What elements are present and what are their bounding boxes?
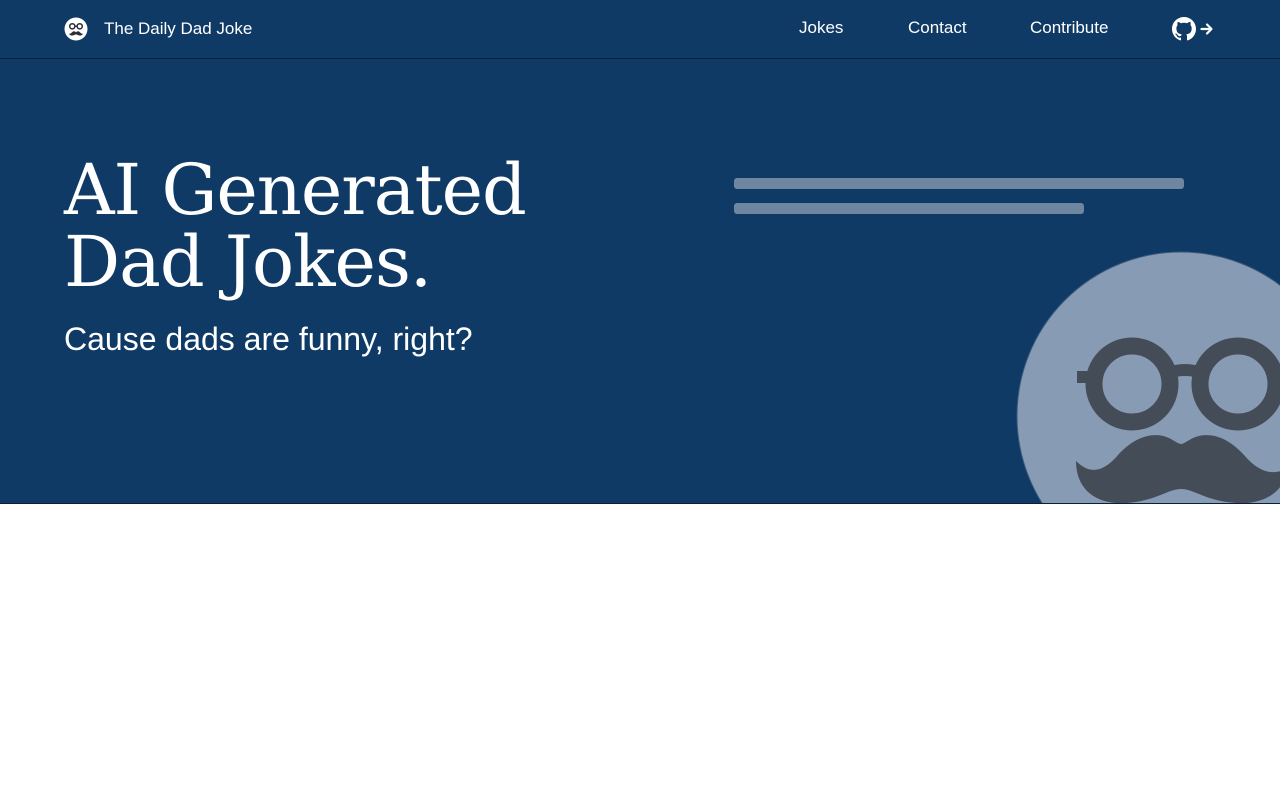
arrow-right-icon [1200, 22, 1214, 36]
hero-section: AI Generated Dad Jokes. Cause dads are f… [0, 59, 1280, 504]
nav-jokes-link[interactable]: Jokes [799, 18, 843, 38]
hero-title: AI Generated Dad Jokes. [64, 154, 624, 298]
hero-title-line-2: Dad Jokes. [64, 221, 432, 303]
hero-title-line-1: AI Generated [64, 149, 527, 231]
github-link[interactable] [1172, 17, 1216, 41]
github-icon [1172, 17, 1196, 41]
dad-avatar-icon [1016, 251, 1280, 503]
nav-contact-link[interactable]: Contact [908, 18, 967, 38]
joke-loading-line [734, 178, 1184, 189]
main-nav: Jokes Contact Contribute [0, 0, 1280, 58]
nav-contribute-link[interactable]: Contribute [1030, 18, 1108, 38]
hero-subtitle: Cause dads are funny, right? [64, 321, 473, 357]
navbar: The Daily Dad Joke Jokes Contact Contrib… [0, 0, 1280, 59]
joke-loading-line [734, 203, 1084, 214]
